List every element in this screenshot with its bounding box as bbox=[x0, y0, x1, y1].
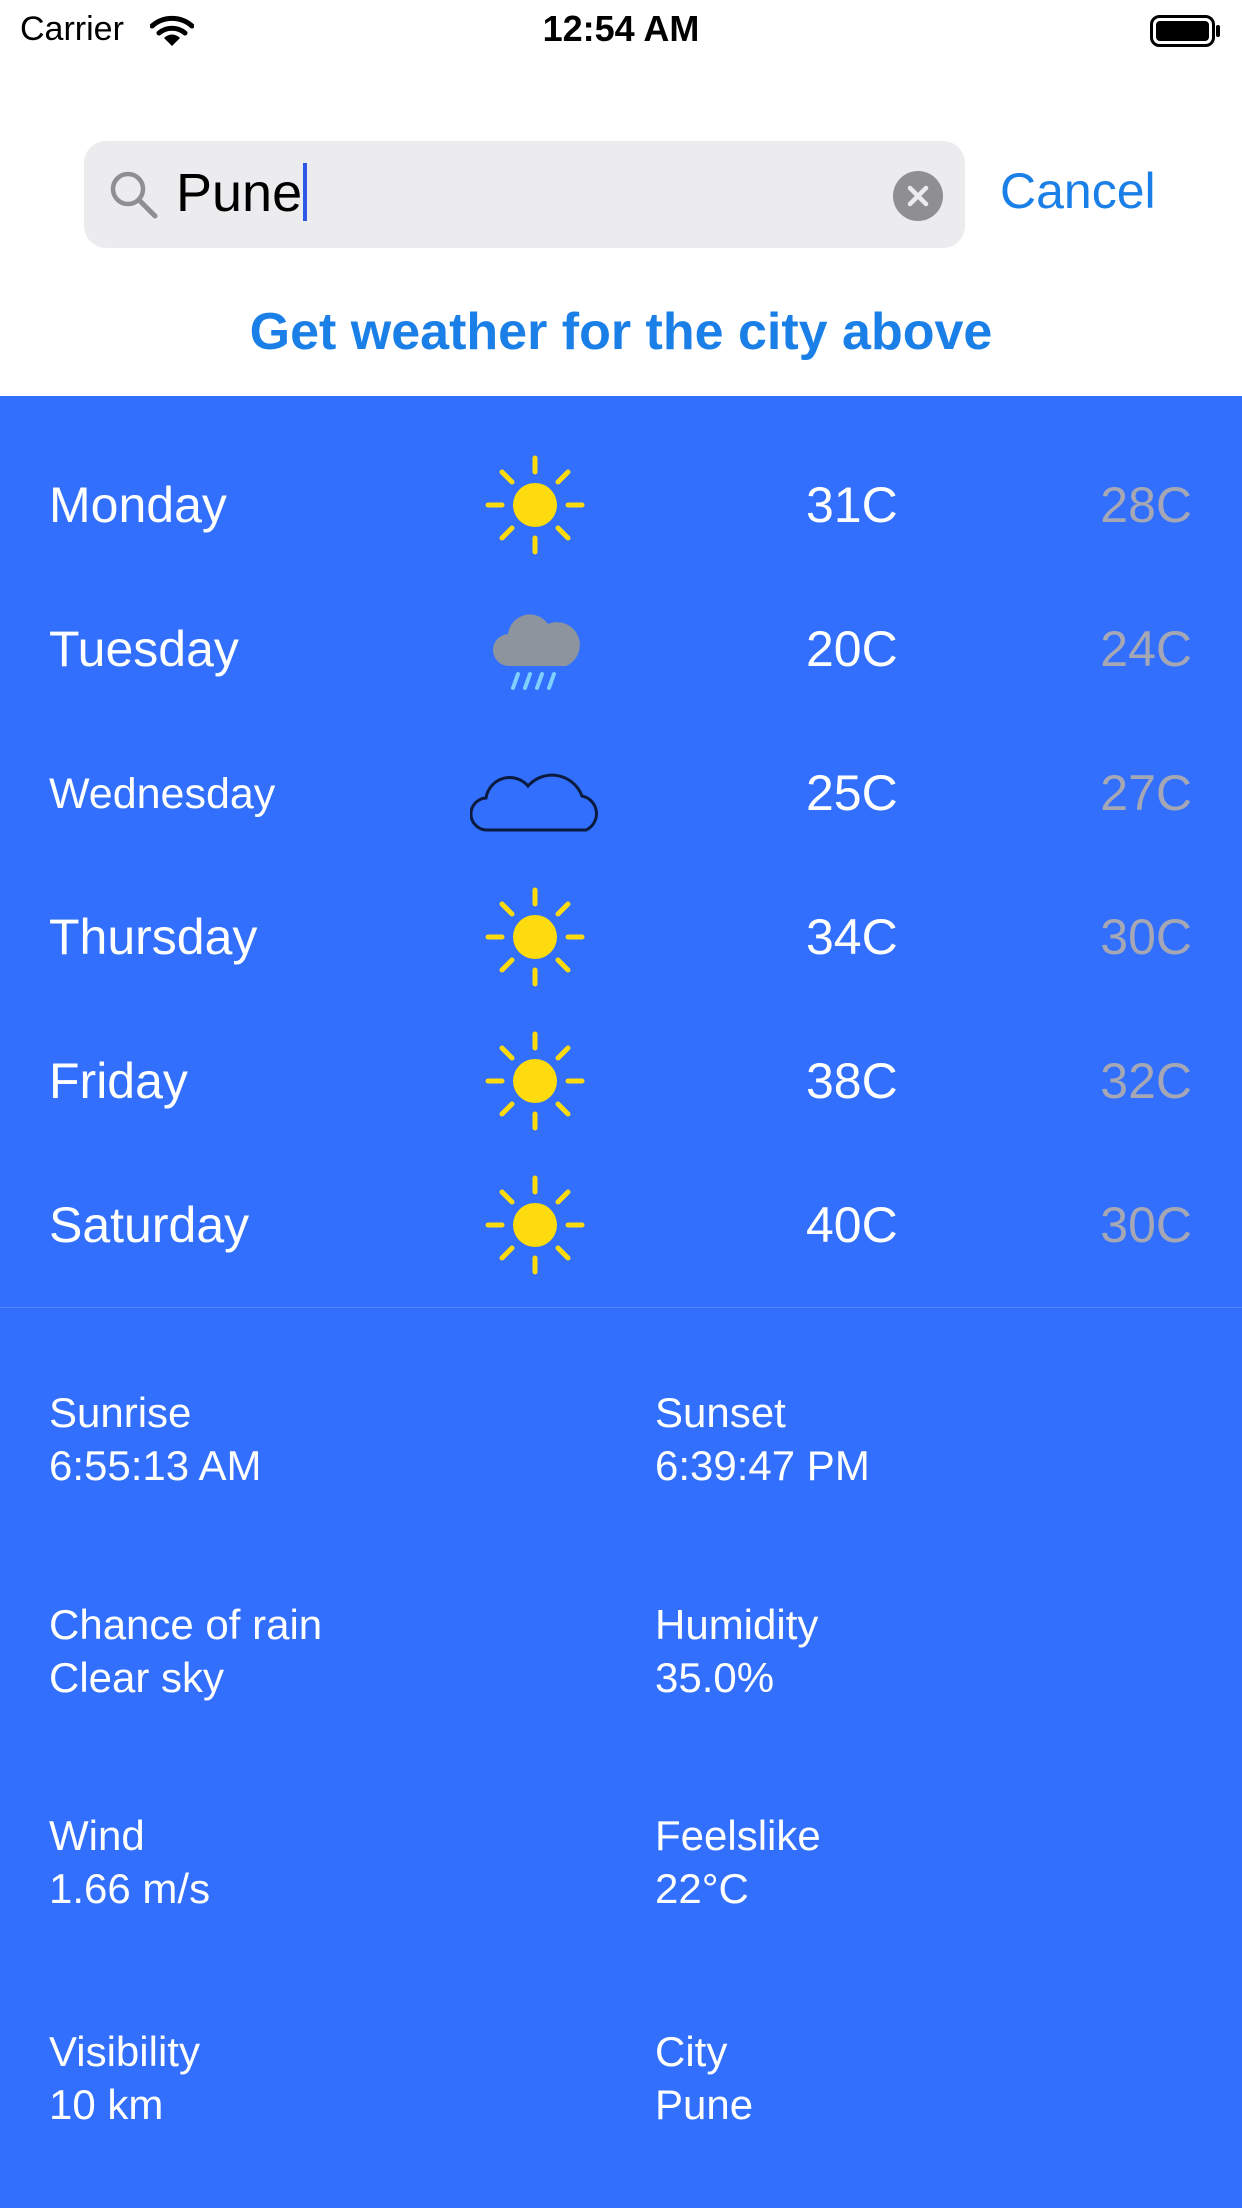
weather-panel: Monday 31C 28C Tuesday 20C 24C Wednesday… bbox=[0, 396, 1242, 2208]
detail-label: Wind bbox=[49, 1812, 145, 1859]
clear-search-button[interactable] bbox=[893, 171, 943, 221]
cancel-button[interactable]: Cancel bbox=[1000, 162, 1156, 220]
search-value[interactable]: Pune bbox=[176, 163, 308, 223]
detail-label: Feelslike bbox=[655, 1812, 821, 1859]
section-divider bbox=[0, 1307, 1242, 1308]
forecast-low: 27C bbox=[1100, 765, 1192, 821]
detail-label: Sunrise bbox=[49, 1389, 192, 1436]
sun-icon bbox=[480, 1026, 590, 1141]
detail-value: 6:39:47 PM bbox=[655, 1442, 870, 1489]
detail-label: Visibility bbox=[49, 2028, 200, 2075]
detail-label: City bbox=[655, 2028, 728, 2075]
forecast-day: Friday bbox=[49, 1053, 188, 1109]
detail-value: 35.0% bbox=[655, 1654, 775, 1701]
rain-cloud-icon bbox=[480, 594, 590, 709]
forecast-day: Wednesday bbox=[49, 770, 276, 818]
detail-label: Humidity bbox=[655, 1601, 819, 1648]
forecast-row-friday: Friday 38C 32C bbox=[0, 1006, 1242, 1150]
detail-value: 22°C bbox=[655, 1865, 749, 1912]
forecast-low: 30C bbox=[1100, 909, 1192, 965]
forecast-high: 20C bbox=[806, 621, 898, 677]
detail-value: Clear sky bbox=[49, 1654, 225, 1701]
forecast-day: Tuesday bbox=[49, 621, 239, 677]
forecast-low: 30C bbox=[1100, 1197, 1192, 1253]
forecast-day: Monday bbox=[49, 477, 227, 533]
sun-icon bbox=[480, 1170, 590, 1285]
forecast-low: 28C bbox=[1100, 477, 1192, 533]
detail-sunrise: Sunrise 6:55:13 AM bbox=[49, 1386, 261, 1492]
detail-feelslike: Feelslike 22°C bbox=[655, 1809, 821, 1915]
detail-value: 6:55:13 AM bbox=[49, 1442, 262, 1489]
forecast-row-monday: Monday 31C 28C bbox=[0, 430, 1242, 574]
detail-chance-of-rain: Chance of rain Clear sky bbox=[49, 1598, 322, 1704]
forecast-day: Thursday bbox=[49, 909, 258, 965]
forecast-low: 32C bbox=[1100, 1053, 1192, 1109]
detail-value: Pune bbox=[655, 2081, 754, 2128]
detail-sunset: Sunset 6:39:47 PM bbox=[655, 1386, 870, 1492]
forecast-row-tuesday: Tuesday 20C 24C bbox=[0, 574, 1242, 718]
text-cursor bbox=[303, 163, 308, 221]
sun-icon bbox=[480, 882, 590, 997]
detail-visibility: Visibility 10 km bbox=[49, 2025, 200, 2131]
get-weather-button[interactable]: Get weather for the city above bbox=[0, 302, 1242, 362]
forecast-low: 24C bbox=[1100, 621, 1192, 677]
sun-icon bbox=[480, 450, 590, 565]
forecast-row-saturday: Saturday 40C 30C bbox=[0, 1150, 1242, 1294]
detail-value: 1.66 m/s bbox=[49, 1865, 211, 1912]
status-bar: Carrier 12:54 AM bbox=[0, 0, 1242, 60]
forecast-high: 25C bbox=[806, 765, 898, 821]
battery-icon bbox=[1150, 14, 1222, 53]
forecast-day: Saturday bbox=[49, 1197, 250, 1253]
detail-value: 10 km bbox=[49, 2081, 164, 2128]
forecast-high: 31C bbox=[806, 477, 898, 533]
search-input[interactable]: Pune bbox=[84, 141, 965, 248]
forecast-high: 34C bbox=[806, 909, 898, 965]
forecast-row-thursday: Thursday 34C 30C bbox=[0, 862, 1242, 1006]
cloud-icon bbox=[469, 738, 606, 853]
status-time: 12:54 AM bbox=[542, 8, 700, 49]
search-text: Pune bbox=[176, 163, 303, 223]
search-icon bbox=[108, 169, 160, 226]
forecast-high: 40C bbox=[806, 1197, 898, 1253]
forecast-row-wednesday: Wednesday 25C 27C bbox=[0, 718, 1242, 862]
clear-icon bbox=[907, 185, 929, 207]
forecast-high: 38C bbox=[806, 1053, 898, 1109]
detail-label: Sunset bbox=[655, 1389, 786, 1436]
detail-humidity: Humidity 35.0% bbox=[655, 1598, 818, 1704]
detail-wind: Wind 1.66 m/s bbox=[49, 1809, 210, 1915]
detail-city: City Pune bbox=[655, 2025, 753, 2131]
detail-label: Chance of rain bbox=[49, 1601, 323, 1648]
